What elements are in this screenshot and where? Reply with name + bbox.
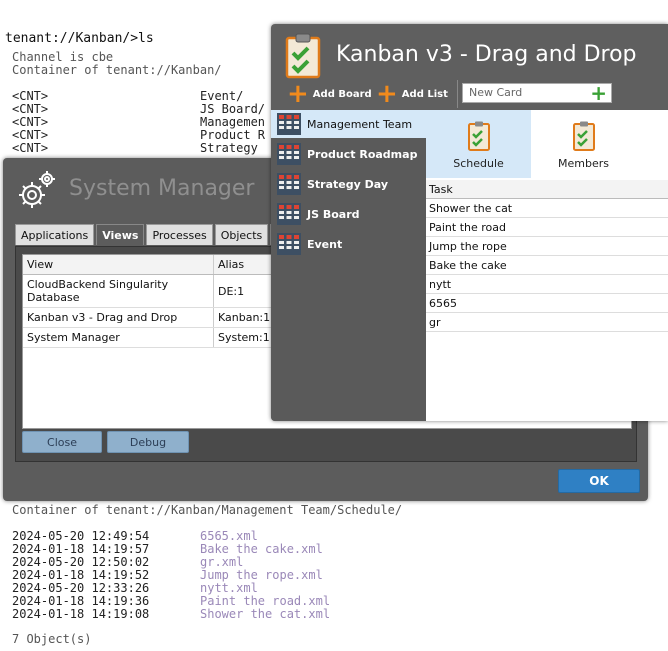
plus-icon: + (287, 79, 309, 109)
sidebar-item-product-roadmap[interactable]: Product Roadmap (271, 140, 426, 168)
close-button[interactable]: Close (22, 431, 102, 453)
clipboard-check-icon (467, 121, 490, 151)
task-card[interactable]: nytt (426, 275, 668, 294)
sidebar-item-label: Management Team (307, 117, 413, 131)
clipboard-check-icon (285, 33, 321, 79)
kanban-title: Kanban v3 - Drag and Drop (336, 42, 637, 67)
table-row[interactable]: CloudBackend Singularity Database DE:1 (23, 274, 283, 308)
board-icon (277, 173, 301, 195)
view-cell: CloudBackend Singularity Database (23, 274, 214, 308)
sidebar-item-event[interactable]: Event (271, 230, 426, 258)
task-list: Task Shower the cat Paint the road Jump … (426, 180, 668, 332)
system-manager-title: System Manager (69, 176, 255, 201)
view-tabs: Schedule Members (426, 110, 668, 178)
task-card[interactable]: Bake the cake (426, 256, 668, 275)
add-list-label: Add List (401, 88, 448, 100)
sidebar-item-label: Event (307, 237, 343, 251)
debug-button[interactable]: Debug (107, 431, 189, 453)
task-card[interactable]: 6565 (426, 294, 668, 313)
sidebar-item-js-board[interactable]: JS Board (271, 200, 426, 228)
sidebar-item-label: JS Board (307, 207, 360, 221)
terminal-container-2: Container of tenant://Kanban/Management … (12, 503, 403, 517)
add-board-label: Add Board (312, 88, 372, 100)
add-board-button[interactable]: + Add Board (287, 81, 372, 107)
task-card[interactable]: Paint the road (426, 218, 668, 237)
file-name: Shower the cat.xml (200, 607, 331, 621)
terminal-prompt: tenant://Kanban/>ls (5, 31, 154, 46)
board-icon (277, 113, 301, 135)
clipboard-check-icon (572, 121, 595, 151)
task-column-header[interactable]: Task (426, 180, 668, 199)
sidebar-item-label: Product Roadmap (307, 147, 418, 161)
sidebar-item-strategy-day[interactable]: Strategy Day (271, 170, 426, 198)
plus-icon: + (376, 79, 398, 109)
sidebar-item-management-team[interactable]: Management Team (271, 110, 426, 138)
kanban-window: Kanban v3 - Drag and Drop + Add Board + … (271, 24, 668, 421)
view-cell: Kanban v3 - Drag and Drop (23, 307, 214, 328)
tab-processes[interactable]: Processes (146, 224, 213, 245)
new-card-placeholder: New Card (469, 86, 523, 99)
board-sidebar: Management Team Product Roadmap Strategy… (271, 110, 426, 421)
tab-schedule[interactable]: Schedule (426, 110, 531, 178)
table-row[interactable]: System Manager System:1 (23, 327, 283, 348)
system-manager-tabs: Applications Views Processes Objects P (15, 224, 289, 245)
task-card[interactable]: Jump the rope (426, 237, 668, 256)
new-card-input[interactable]: New Card + (462, 81, 612, 105)
ok-button[interactable]: OK (558, 469, 640, 493)
tab-members[interactable]: Members (531, 110, 636, 178)
tab-members-label: Members (558, 157, 609, 170)
tab-objects[interactable]: Objects (214, 224, 269, 245)
tab-applications[interactable]: Applications (15, 224, 95, 245)
column-header-view[interactable]: View (23, 255, 214, 275)
view-cell: System Manager (23, 327, 214, 348)
tab-schedule-label: Schedule (453, 157, 504, 170)
gear-icon (19, 171, 55, 208)
task-card[interactable]: Shower the cat (426, 199, 668, 218)
board-icon (277, 203, 301, 225)
toolbar-divider (457, 80, 458, 108)
object-count: 7 Object(s) (12, 632, 92, 646)
add-card-icon[interactable]: + (590, 81, 607, 105)
term-entry-tag: <CNT> (12, 141, 49, 155)
sidebar-item-label: Strategy Day (307, 177, 389, 191)
grid-header-row: View Alias (23, 255, 283, 275)
board-icon (277, 143, 301, 165)
table-row[interactable]: Kanban v3 - Drag and Drop Kanban:1 (23, 307, 283, 328)
term-entry-name: Strategy (200, 141, 258, 155)
add-list-button[interactable]: + Add List (376, 81, 448, 107)
file-date: 2024-01-18 14:19:08 (12, 607, 150, 621)
terminal-container: Container of tenant://Kanban/ (12, 63, 222, 77)
board-content: Schedule Members Task Shower the cat Pai… (426, 110, 668, 421)
board-icon (277, 233, 301, 255)
task-card[interactable]: gr (426, 313, 668, 332)
tab-views[interactable]: Views (96, 224, 145, 245)
kanban-toolbar: + Add Board + Add List New Card + (271, 80, 668, 109)
